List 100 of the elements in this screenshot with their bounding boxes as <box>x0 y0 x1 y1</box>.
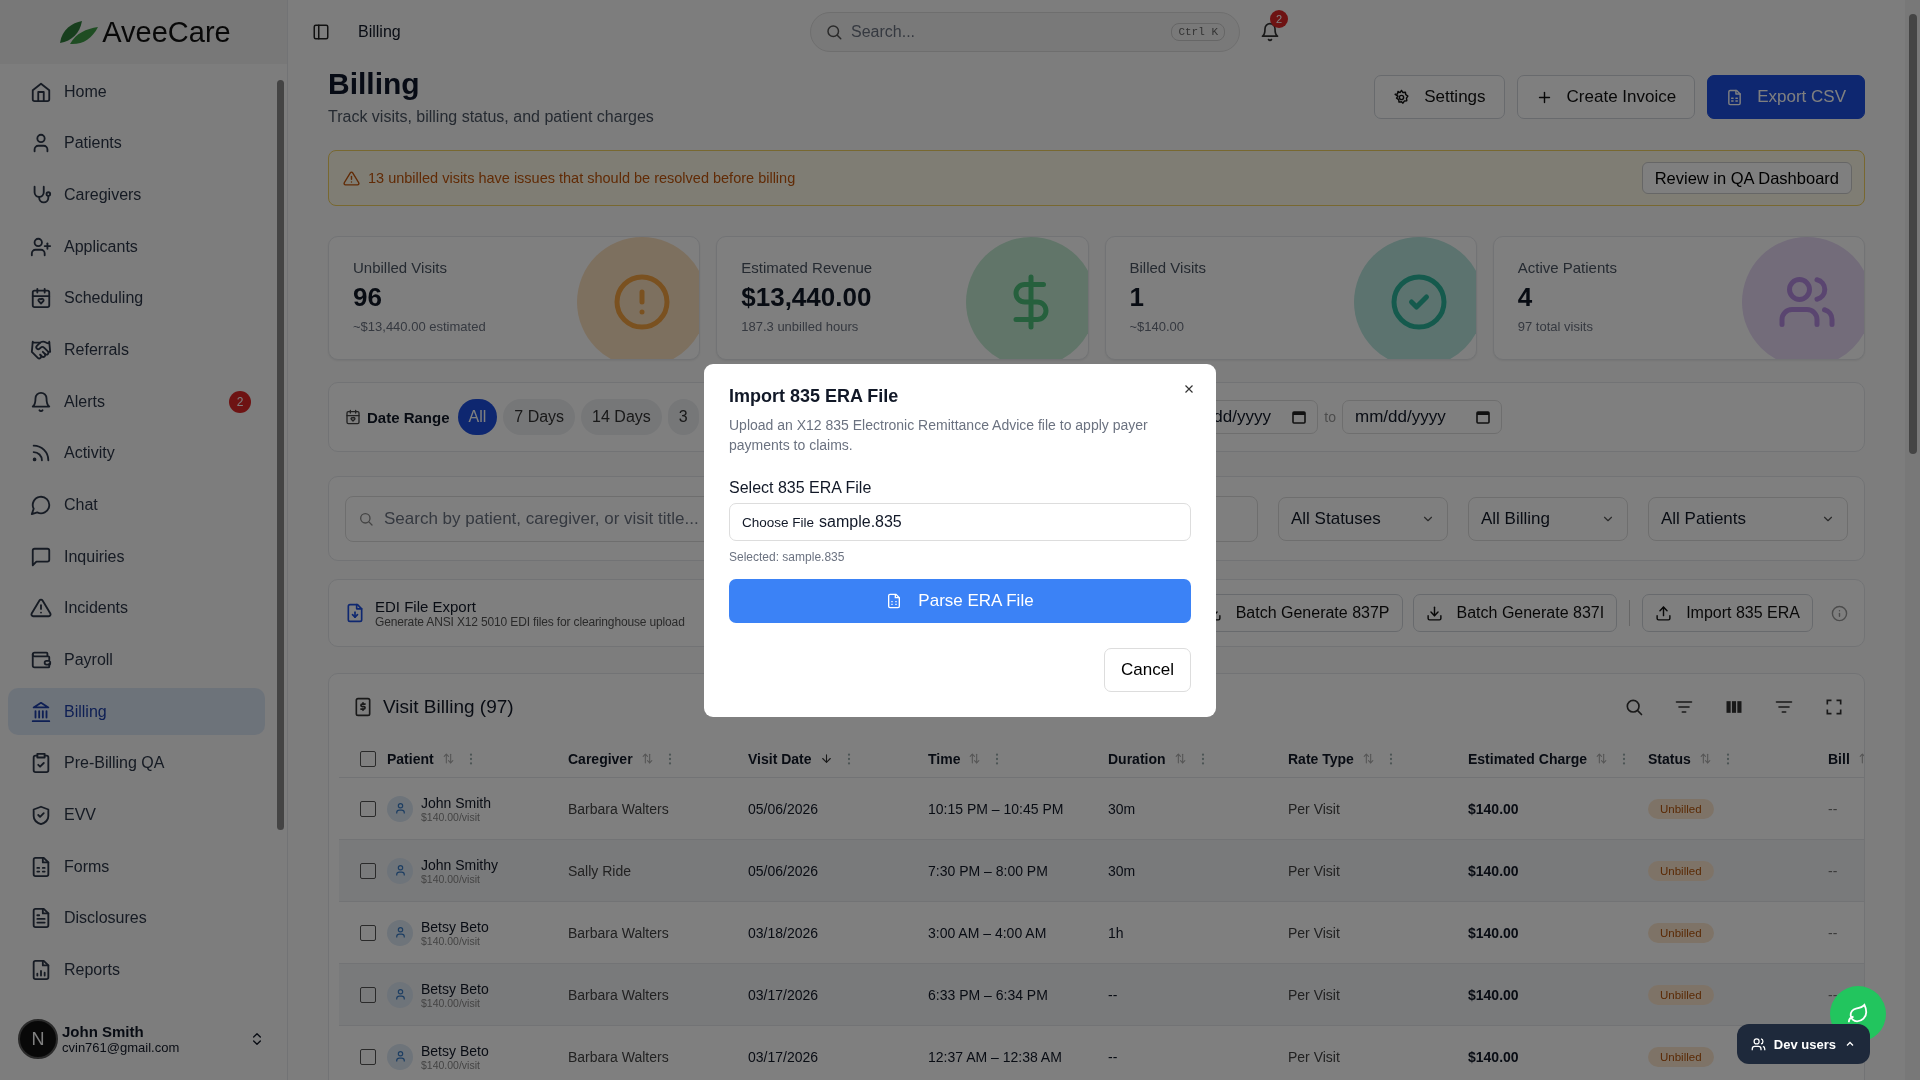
status-badge: Unbilled <box>1648 860 1714 881</box>
sidebar-item[interactable]: Billing <box>8 688 265 736</box>
column-header[interactable]: Time <box>928 750 961 767</box>
stat-label: Estimated Revenue <box>741 259 873 276</box>
patient-name[interactable]: Betsy Beto <box>421 918 489 935</box>
column-menu-icon[interactable] <box>468 751 473 766</box>
warning-icon <box>343 169 360 187</box>
column-menu-icon[interactable] <box>846 751 851 766</box>
stat-value: 96 <box>353 282 383 313</box>
dialog-title: Import 835 ERA File <box>729 386 900 407</box>
sidebar-item[interactable]: Caregivers <box>8 171 265 219</box>
patient-rate: $140.00/visit <box>421 810 481 823</box>
column-menu-icon[interactable] <box>1725 751 1730 766</box>
row-checkbox[interactable] <box>360 986 376 1003</box>
sidebar-item[interactable]: Applicants <box>8 223 265 271</box>
table-cell: Sally Ride <box>568 862 632 879</box>
column-header[interactable]: Status <box>1648 750 1691 767</box>
sidebar-toggle-icon <box>312 23 330 41</box>
search-icon <box>1624 697 1644 717</box>
row-checkbox[interactable] <box>360 924 376 941</box>
range-chip[interactable]: 14 Days <box>581 399 662 435</box>
sidebar-item[interactable]: Payroll <box>8 636 265 684</box>
document-icon <box>886 593 903 609</box>
document-icon <box>30 907 52 930</box>
sidebar-item[interactable]: Disclosures <box>8 894 265 942</box>
sidebar-item[interactable]: EVV <box>8 791 265 839</box>
sidebar-item[interactable]: Reports <box>8 946 265 994</box>
range-chip[interactable]: 3 <box>667 399 699 435</box>
calendar-icon[interactable] <box>1291 409 1308 425</box>
sidebar-item[interactable]: Referrals <box>8 326 265 374</box>
row-checkbox[interactable] <box>360 800 376 817</box>
sidebar-item[interactable]: Inquiries <box>8 533 265 581</box>
column-menu-icon[interactable] <box>995 751 1000 766</box>
column-header[interactable]: Rate Type <box>1288 750 1354 767</box>
table-cell: 6:33 PM – 6:34 PM <box>928 986 1048 1003</box>
column-menu-icon[interactable] <box>1388 751 1393 766</box>
dev-users-button[interactable]: Dev users <box>1736 1024 1870 1064</box>
sidebar-item[interactable]: Scheduling <box>8 274 265 322</box>
action-button[interactable]: Export CSV <box>1707 75 1865 119</box>
scrollbar[interactable] <box>1905 0 1920 1080</box>
range-chip[interactable]: All <box>457 399 498 435</box>
sidebar-item[interactable]: Chat <box>8 481 265 529</box>
column-header[interactable]: Caregiver <box>568 750 633 767</box>
search-field[interactable]: Search... Ctrl K <box>810 12 1240 52</box>
table-cell: Per Visit <box>1288 800 1340 817</box>
row-checkbox[interactable] <box>360 1048 376 1065</box>
review-button[interactable]: Review in QA Dashboard <box>1641 162 1852 194</box>
patient-name[interactable]: John Smithy <box>421 856 499 873</box>
stat-label: Active Patients <box>1517 259 1617 276</box>
page-title: Billing <box>328 66 421 102</box>
select-all-checkbox[interactable] <box>360 750 376 767</box>
column-header[interactable]: Estimated Charge <box>1468 750 1588 767</box>
calendar-icon[interactable] <box>1475 409 1491 425</box>
message-icon <box>30 545 52 568</box>
column-header[interactable]: Visit Date <box>748 750 812 767</box>
sidebar-item[interactable]: Activity <box>8 429 265 477</box>
upload-icon <box>1655 604 1673 622</box>
action-button[interactable]: Create Invoice <box>1516 75 1696 119</box>
column-header[interactable]: Duration <box>1108 750 1166 767</box>
column-menu-icon[interactable] <box>667 751 672 766</box>
column-header[interactable]: Patient <box>387 750 434 767</box>
parse-button[interactable]: Parse ERA File <box>729 579 1191 623</box>
report-document-icon <box>30 959 52 981</box>
sidebar-item[interactable]: Home <box>8 68 265 116</box>
table-cell: 03/17/2026 <box>748 986 819 1003</box>
column-menu-icon[interactable] <box>1622 751 1627 766</box>
warning-message: 13 unbilled visits have issues that should be resolved before billing <box>368 170 797 186</box>
fullscreen-icon[interactable] <box>1824 697 1844 717</box>
patient-name[interactable]: John Smith <box>421 794 492 811</box>
patient-name[interactable]: Betsy Beto <box>421 980 489 997</box>
filter-select[interactable]: All Billing <box>1468 496 1628 541</box>
action-button[interactable]: Settings <box>1374 75 1505 119</box>
calendar-icon <box>345 409 361 425</box>
sidebar-item[interactable]: Pre-Billing QA <box>8 739 265 787</box>
sidebar-item[interactable]: Incidents <box>8 584 265 632</box>
edi-button[interactable]: Batch Generate 837I <box>1412 594 1618 632</box>
table-cell: 1h <box>1108 924 1124 941</box>
table-cell: 7:30 PM – 8:00 PM <box>928 862 1048 879</box>
row-checkbox[interactable] <box>360 862 376 879</box>
column-menu-icon[interactable] <box>1200 751 1205 766</box>
file-input[interactable]: Choose File sample.835 <box>729 503 1191 541</box>
date-field[interactable]: mm/dd/yyyy <box>1342 400 1502 434</box>
clipboard-check-icon <box>30 752 52 775</box>
table-cell: -- <box>1828 924 1838 941</box>
edi-title: EDI File Export <box>375 597 477 615</box>
search-icon <box>358 510 374 527</box>
edi-button[interactable]: Import 835 ERA <box>1642 594 1813 632</box>
filter-select[interactable]: All Statuses <box>1278 496 1448 541</box>
table-cell: -- <box>1828 800 1838 817</box>
sidebar-item[interactable]: Patients <box>8 119 265 167</box>
range-chip[interactable]: 7 Days <box>503 399 576 435</box>
sidebar-item[interactable]: Forms <box>8 843 265 891</box>
table-cell: Barbara Walters <box>568 800 669 817</box>
filter-select[interactable]: All Patients <box>1648 496 1848 541</box>
column-header[interactable]: Bill <box>1828 750 1850 767</box>
patient-name[interactable]: Betsy Beto <box>421 1042 489 1059</box>
sidebar-item[interactable]: Alerts 2 <box>8 378 265 426</box>
user-email: cvin761@gmail.com <box>62 1040 181 1055</box>
table-cell: -- <box>1828 862 1838 879</box>
cancel-button[interactable]: Cancel <box>1104 648 1191 692</box>
